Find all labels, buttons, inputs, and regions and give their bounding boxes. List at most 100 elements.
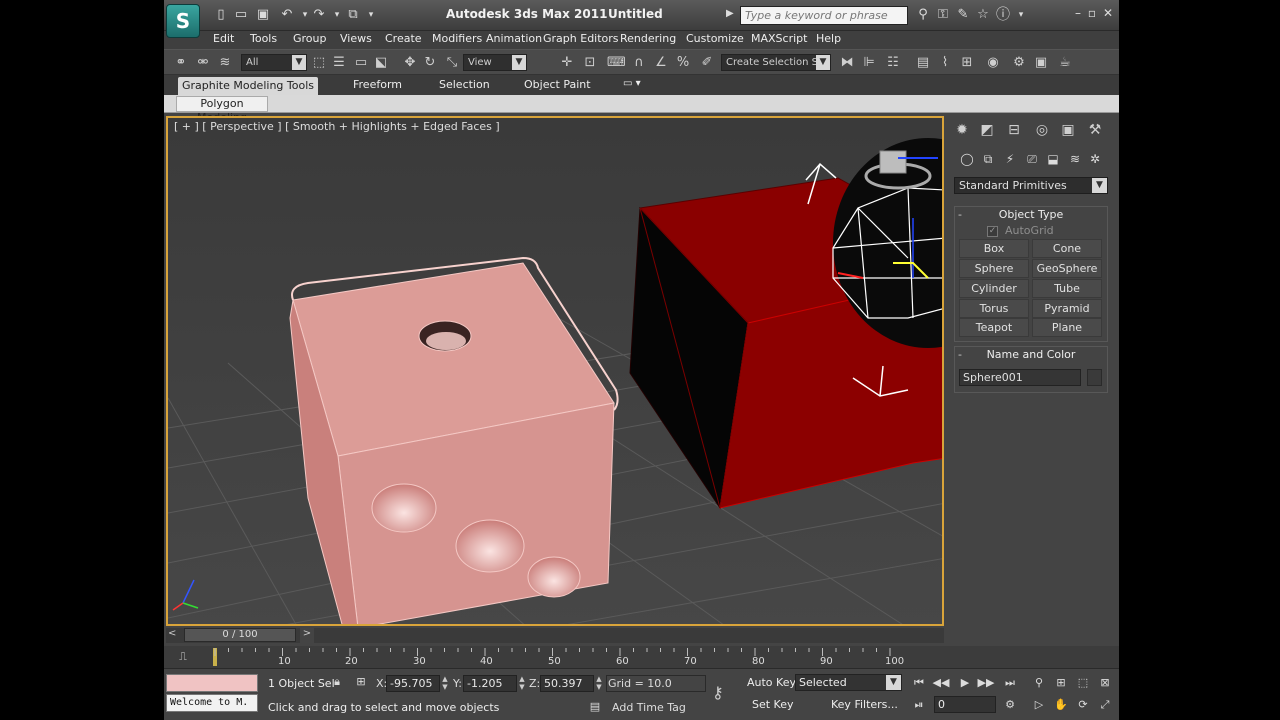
chevron-right-icon[interactable]: ▶ [726, 8, 734, 19]
play-icon[interactable]: ▶ [956, 674, 974, 692]
cameras-icon[interactable]: ⎚ [1023, 150, 1041, 168]
named-selection-dropdown[interactable]: Create Selection Se ▼ [721, 54, 831, 71]
graphite-toggle-icon[interactable]: ▤ [914, 54, 932, 72]
key-filters-button[interactable]: Key Filters... [831, 698, 898, 711]
geometry-icon[interactable]: ◯ [958, 150, 976, 168]
object-name-field[interactable]: Sphere001 [959, 369, 1081, 386]
set-key-button[interactable]: Set Key [752, 698, 794, 711]
reference-coordinate-dropdown[interactable]: View ▼ [463, 54, 527, 71]
menu-help[interactable]: Help [816, 32, 841, 45]
use-pivot-center-icon[interactable]: ✛ [558, 54, 576, 72]
time-configuration-icon[interactable]: ⚙ [1001, 696, 1019, 714]
object-type-rollout-header[interactable]: - Object Type [955, 207, 1107, 223]
name-and-color-rollout-header[interactable]: - Name and Color [955, 347, 1107, 363]
time-slider-prev-icon[interactable]: < [168, 628, 176, 639]
layer-manager-icon[interactable]: ☷ [884, 54, 902, 72]
lights-icon[interactable]: ⚡ [1001, 150, 1019, 168]
quick-access-dropdown-icon[interactable]: ▾ [362, 7, 380, 23]
track-bar[interactable]: ⎍ 10 20 30 40 50 60 70 80 90 100 [164, 646, 1119, 668]
menu-customize[interactable]: Customize [686, 32, 744, 45]
angle-snap-icon[interactable]: ∠ [652, 54, 670, 72]
motion-tab-icon[interactable]: ◎ [1032, 120, 1052, 140]
undo-icon[interactable]: ↶ [278, 7, 296, 23]
menu-views[interactable]: Views [340, 32, 372, 45]
teapot-button[interactable]: Teapot [959, 318, 1029, 337]
select-and-scale-icon[interactable]: ⤡ [443, 54, 461, 72]
create-tab-icon[interactable]: ✹ [952, 120, 972, 140]
pyramid-button[interactable]: Pyramid [1032, 299, 1102, 318]
go-to-end-icon[interactable]: ⏭ [1001, 674, 1019, 692]
geosphere-button[interactable]: GeoSphere [1032, 259, 1102, 278]
menu-graph-editors[interactable]: Graph Editors [543, 32, 619, 45]
render-setup-icon[interactable]: ⚙ [1010, 54, 1028, 72]
new-file-icon[interactable]: ▯ [212, 7, 230, 23]
zoom-icon[interactable]: ⚲ [1030, 674, 1048, 692]
torus-button[interactable]: Torus [959, 299, 1029, 318]
field-of-view-icon[interactable]: ▷ [1030, 696, 1048, 714]
help-dropdown-icon[interactable]: ▾ [1012, 6, 1030, 24]
z-coordinate-field[interactable]: 50.397 [540, 675, 594, 692]
systems-icon[interactable]: ✲ [1086, 150, 1104, 168]
tube-button[interactable]: Tube [1032, 279, 1102, 298]
percent-snap-icon[interactable]: % [674, 54, 692, 72]
helpers-icon[interactable]: ⬓ [1044, 150, 1062, 168]
help-icon[interactable]: ⓘ [994, 6, 1012, 24]
infocenter-search-input[interactable]: Type a keyword or phrase [740, 6, 908, 25]
shapes-icon[interactable]: ⧉ [979, 150, 997, 168]
space-warps-icon[interactable]: ≋ [1066, 150, 1084, 168]
select-and-manipulate-icon[interactable]: ⊡ [581, 54, 599, 72]
mini-curve-editor-icon[interactable]: ⎍ [174, 648, 192, 666]
x-coordinate-field[interactable]: -95.705 [386, 675, 440, 692]
sphere-button[interactable]: Sphere [959, 259, 1029, 278]
material-editor-icon[interactable]: ◉ [984, 54, 1002, 72]
go-to-start-icon[interactable]: ⏮ [910, 674, 928, 692]
menu-modifiers[interactable]: Modifiers [432, 32, 482, 45]
auto-key-button[interactable]: Auto Key [747, 676, 796, 689]
hierarchy-tab-icon[interactable]: ⊟ [1004, 120, 1024, 140]
x-spinner-icon[interactable]: ▲ ▼ [441, 675, 449, 692]
ribbon-minimize-icon[interactable]: ▭ ▾ [623, 78, 641, 89]
menu-edit[interactable]: Edit [213, 32, 234, 45]
select-by-name-icon[interactable]: ☰ [330, 54, 348, 72]
maxscript-listener-output[interactable]: Welcome to M. [166, 694, 258, 712]
maximize-viewport-icon[interactable]: ⤢ [1096, 696, 1114, 714]
time-slider[interactable]: < 0 / 100 > [166, 628, 944, 643]
zoom-all-icon[interactable]: ⊞ [1052, 674, 1070, 692]
mirror-icon[interactable]: ⧓ [838, 54, 856, 72]
curve-editor-icon[interactable]: ⌇ [936, 54, 954, 72]
close-icon[interactable]: ✕ [1100, 5, 1116, 21]
redo-icon[interactable]: ↷ [310, 7, 328, 23]
previous-frame-icon[interactable]: ◀◀ [932, 674, 950, 692]
viewport-label[interactable]: [ + ] [ Perspective ] [ Smooth + Highlig… [174, 120, 500, 133]
schematic-view-icon[interactable]: ⊞ [958, 54, 976, 72]
object-color-swatch[interactable] [1087, 369, 1102, 386]
modify-tab-icon[interactable]: ◩ [977, 120, 997, 140]
save-file-icon[interactable]: ▣ [254, 7, 272, 23]
perspective-viewport[interactable]: [ + ] [ Perspective ] [ Smooth + Highlig… [166, 116, 944, 626]
maxscript-mini-listener[interactable] [166, 674, 258, 692]
orbit-icon[interactable]: ⟳ [1074, 696, 1092, 714]
window-crossing-icon[interactable]: ⬕ [372, 54, 390, 72]
edit-named-selections-icon[interactable]: ✐ [698, 54, 716, 72]
render-production-icon[interactable]: ☕ [1056, 54, 1074, 72]
menu-rendering[interactable]: Rendering [620, 32, 676, 45]
selection-lock-icon[interactable]: 🔒︎ [328, 673, 346, 691]
set-keys-icon[interactable]: ⚷ [712, 683, 724, 702]
menu-tools[interactable]: Tools [250, 32, 277, 45]
application-button-icon[interactable]: S [166, 4, 200, 38]
select-and-move-icon[interactable]: ✥ [401, 54, 419, 72]
subscription-key-icon[interactable]: ⚿ [934, 6, 952, 24]
selection-filter-dropdown[interactable]: All ▼ [241, 54, 307, 71]
project-folder-icon[interactable]: ⧉ [344, 7, 362, 23]
time-slider-next-icon[interactable]: > [300, 628, 314, 643]
align-icon[interactable]: ⊫ [860, 54, 878, 72]
menu-maxscript[interactable]: MAXScript [751, 32, 807, 45]
time-tag-icon[interactable]: ▤ [586, 698, 604, 716]
display-tab-icon[interactable]: ▣ [1058, 120, 1078, 140]
snaps-toggle-icon[interactable]: ∩ [630, 54, 648, 72]
polygon-modeling-panel[interactable]: Polygon Modeling [176, 96, 268, 124]
open-file-icon[interactable]: ▭ [232, 7, 250, 23]
zoom-extents-all-icon[interactable]: ⊠ [1096, 674, 1114, 692]
ribbon-tab-freeform[interactable]: Freeform [353, 78, 402, 91]
y-spinner-icon[interactable]: ▲ ▼ [518, 675, 526, 692]
